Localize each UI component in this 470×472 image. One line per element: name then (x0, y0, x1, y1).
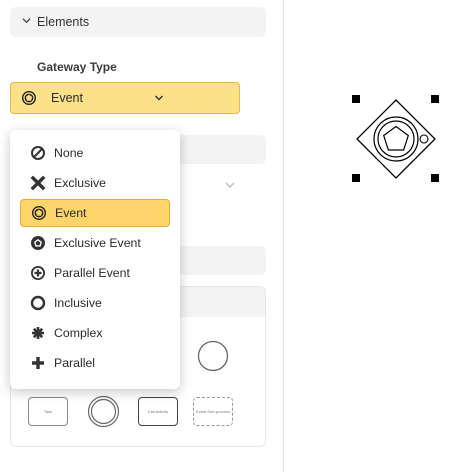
section-title: Elements (37, 15, 90, 29)
parallel-event-icon (30, 265, 46, 281)
chevron-down-icon (224, 178, 236, 190)
complex-asterisk-icon (30, 325, 46, 341)
exclusive-x-icon (30, 175, 46, 191)
event-gateway-icon (31, 205, 47, 221)
gateway-type-menu: None Exclusive Event Exclusive Event Par… (10, 130, 180, 389)
gateway-type-select[interactable]: Event (10, 82, 240, 114)
hidden-section-header (170, 246, 266, 275)
exclusive-event-icon (30, 235, 46, 251)
menu-item-parallel[interactable]: Parallel (20, 349, 170, 377)
event-subprocess-shape[interactable]: Event Sub-process (193, 397, 233, 426)
intermediate-event-shape-icon[interactable] (87, 395, 120, 433)
menu-item-parallel-event[interactable]: Parallel Event (20, 259, 170, 287)
menu-item-inclusive[interactable]: Inclusive (20, 289, 170, 317)
gateway-type-value: Event (51, 91, 83, 105)
menu-item-none[interactable]: None (20, 139, 170, 167)
diagram-canvas[interactable] (285, 0, 470, 472)
hidden-field-row (170, 135, 266, 164)
menu-item-complex[interactable]: Complex (20, 319, 170, 347)
chevron-down-icon (22, 16, 31, 28)
call-activity-shape[interactable]: Call Activity (138, 397, 178, 426)
menu-item-exclusive[interactable]: Exclusive (20, 169, 170, 197)
chevron-down-icon (154, 92, 164, 102)
gateway-type-label: Gateway Type (37, 60, 117, 74)
end-event-shape-icon[interactable] (197, 340, 229, 377)
menu-item-event[interactable]: Event (20, 199, 170, 227)
menu-item-exclusive-event[interactable]: Exclusive Event (20, 229, 170, 257)
none-icon (30, 145, 46, 161)
parallel-plus-icon (30, 355, 46, 371)
inclusive-circle-icon (30, 295, 46, 311)
event-gateway-icon (21, 90, 37, 106)
event-gateway-shape-icon[interactable] (355, 98, 437, 180)
task-shape[interactable]: Task (28, 397, 68, 426)
elements-section-header[interactable]: Elements (10, 7, 266, 37)
